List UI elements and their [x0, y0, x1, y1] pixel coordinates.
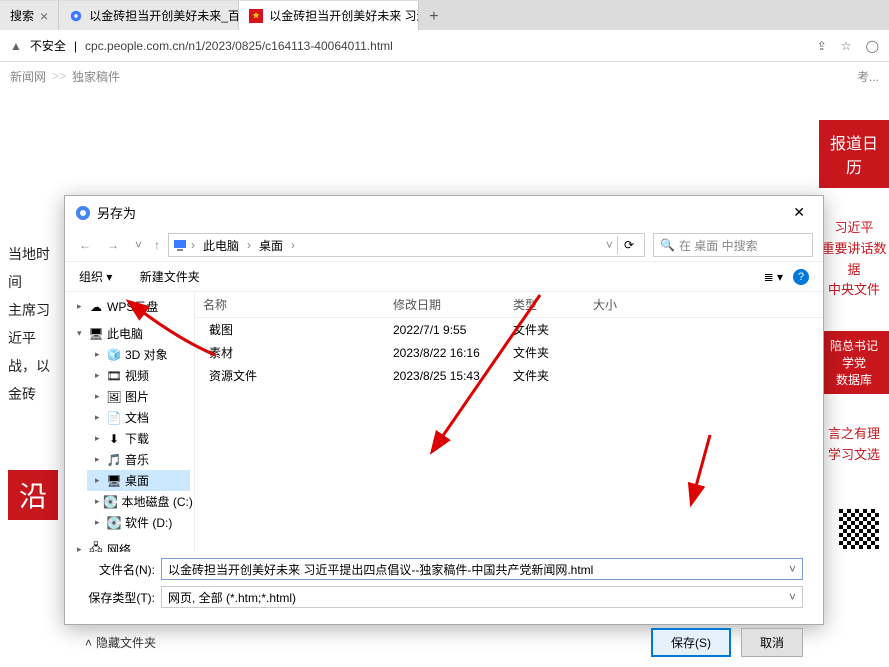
search-input[interactable]: 🔍 在 桌面 中搜索 — [653, 233, 813, 257]
breadcrumb-seg[interactable]: 新闻网 — [10, 68, 46, 85]
sidebar-link[interactable]: 习近平 — [819, 218, 889, 239]
profile-icon[interactable]: ◯ — [866, 39, 879, 53]
new-folder-button[interactable]: 新建文件夹 — [140, 268, 200, 285]
path-seg[interactable]: 此电脑 — [199, 235, 243, 256]
chrome-icon — [75, 205, 91, 221]
back-icon[interactable]: ← — [75, 236, 95, 254]
dialog-titlebar: 另存为 ✕ — [65, 196, 823, 229]
filename-label: 文件名(N): — [85, 561, 155, 578]
share-icon[interactable]: ⇪ — [817, 39, 827, 53]
tree-item-network[interactable]: ▸🖧网络 — [69, 539, 190, 552]
url-text[interactable]: cpc.people.com.cn/n1/2023/0825/c164113-4… — [85, 39, 809, 53]
tree-item-ddrive[interactable]: ▸💽软件 (D:) — [87, 512, 190, 533]
sidebar-link[interactable]: 重要讲话数据 — [819, 239, 889, 281]
folder-tree: ▸☁WPS云盘 ▾🖥此电脑 ▸🧊3D 对象 ▸🎞视频 ▸🖼图片 ▸📄文档 ▸⬇下… — [65, 292, 195, 552]
tree-item-thispc[interactable]: ▾🖥此电脑 — [69, 323, 190, 344]
search-icon: 🔍 — [660, 238, 675, 252]
forward-icon[interactable]: → — [103, 236, 123, 254]
table-row[interactable]: 截图 2022/7/1 9:55 文件夹 — [195, 318, 823, 341]
tab-title: 以金砖担当开创美好未来 习近平 — [269, 7, 419, 24]
article-fragment: 当地时间 主席习近平 战，以金砖 — [8, 240, 63, 408]
file-list-header: 名称 修改日期 类型 大小 — [195, 292, 823, 318]
view-icon[interactable]: ≣ ▾ — [764, 270, 783, 284]
cancel-button[interactable]: 取消 — [741, 628, 803, 657]
page-sidebar: 报道日历 习近平 重要讲话数据 中央文件 陪总书记学党 数据库 言之有理 学习文… — [819, 120, 889, 466]
dialog-title: 另存为 — [97, 203, 136, 222]
table-row[interactable]: 素材 2023/8/22 16:16 文件夹 — [195, 341, 823, 364]
tree-item-docs[interactable]: ▸📄文档 — [87, 407, 190, 428]
tree-item-desktop[interactable]: ▸🖥桌面 — [87, 470, 190, 491]
path-box[interactable]: › 此电脑 › 桌面 › ˅ ⟳ — [168, 233, 645, 257]
browser-tabs: 搜索 × 以金砖担当开创美好未来_百度搜 × 以金砖担当开创美好未来 习近平 ×… — [0, 0, 889, 30]
tab-title: 以金砖担当开创美好未来_百度搜 — [89, 7, 239, 24]
sidebar-link[interactable]: 学习文选 — [819, 445, 889, 466]
tree-item-downloads[interactable]: ▸⬇下载 — [87, 428, 190, 449]
favicon-icon — [69, 9, 83, 23]
chevron-down-icon[interactable]: ˅ — [131, 236, 146, 254]
filename-input[interactable]: 以金砖担当开创美好未来 习近平提出四点倡议--独家稿件-中国共产党新闻网.htm… — [161, 558, 803, 580]
file-list: 名称 修改日期 类型 大小 截图 2022/7/1 9:55 文件夹 素材 20… — [195, 292, 823, 552]
logo: 沿 — [8, 470, 58, 520]
breadcrumb: 新闻网 >> 独家稿件 考... — [0, 62, 889, 90]
star-icon[interactable]: ☆ — [841, 39, 852, 53]
refresh-icon[interactable]: ⟳ — [617, 236, 640, 254]
table-row[interactable]: 资源文件 2023/8/25 15:43 文件夹 — [195, 364, 823, 387]
tree-item-cdrive[interactable]: ▸💽本地磁盘 (C:) — [87, 491, 190, 512]
col-size[interactable]: 大小 — [593, 296, 653, 313]
breadcrumb-tail: 考... — [857, 68, 879, 85]
close-icon[interactable]: × — [40, 8, 48, 24]
sidebar-link[interactable]: 中央文件 — [819, 280, 889, 301]
chevron-right-icon: >> — [52, 69, 66, 83]
tree-item-3d[interactable]: ▸🧊3D 对象 — [87, 344, 190, 365]
hide-folders-toggle[interactable]: ˄ 隐藏文件夹 — [85, 634, 156, 651]
sidebar-banner: 报道日历 — [819, 120, 889, 188]
search-placeholder: 在 桌面 中搜索 — [679, 237, 758, 254]
col-date[interactable]: 修改日期 — [393, 296, 513, 313]
chevron-down-icon[interactable]: ˅ — [606, 238, 613, 252]
tab-title: 搜索 — [10, 7, 34, 24]
col-name[interactable]: 名称 — [203, 296, 393, 313]
up-icon[interactable]: ↑ — [154, 238, 160, 252]
sidebar-link[interactable]: 言之有理 — [819, 424, 889, 445]
favicon-icon — [249, 9, 263, 23]
chevron-right-icon: › — [247, 238, 251, 252]
qr-code — [839, 509, 879, 549]
sidebar-block: 陪总书记学党 数据库 — [819, 331, 889, 394]
breadcrumb-seg[interactable]: 独家稿件 — [72, 68, 120, 85]
path-seg[interactable]: 桌面 — [255, 235, 287, 256]
dialog-toolbar: 组织 ▾ 新建文件夹 ≣ ▾ ? — [65, 262, 823, 292]
tree-item-wps[interactable]: ▸☁WPS云盘 — [69, 296, 190, 317]
chevron-up-icon: ˄ — [85, 636, 92, 650]
address-bar: ▲ 不安全 | cpc.people.com.cn/n1/2023/0825/c… — [0, 30, 889, 62]
organize-button[interactable]: 组织 ▾ — [79, 268, 112, 285]
new-tab-button[interactable]: + — [419, 4, 448, 30]
tab-2[interactable]: 以金砖担当开创美好未来 习近平 × — [239, 1, 419, 30]
savetype-select[interactable]: 网页, 全部 (*.htm;*.html)˅ — [161, 586, 803, 608]
tree-item-video[interactable]: ▸🎞视频 — [87, 365, 190, 386]
chevron-right-icon: › — [291, 238, 295, 252]
save-as-dialog: 另存为 ✕ ← → ˅ ↑ › 此电脑 › 桌面 › ˅ ⟳ 🔍 在 桌面 中搜… — [64, 195, 824, 625]
insecure-label: 不安全 — [30, 37, 66, 54]
savetype-label: 保存类型(T): — [85, 589, 155, 606]
dialog-nav: ← → ˅ ↑ › 此电脑 › 桌面 › ˅ ⟳ 🔍 在 桌面 中搜索 — [65, 229, 823, 262]
tab-0[interactable]: 搜索 × — [0, 1, 59, 30]
help-icon[interactable]: ? — [793, 269, 809, 285]
close-icon[interactable]: ✕ — [785, 202, 813, 223]
chevron-right-icon: › — [191, 238, 195, 252]
tree-item-pictures[interactable]: ▸🖼图片 — [87, 386, 190, 407]
save-button[interactable]: 保存(S) — [651, 628, 731, 657]
col-type[interactable]: 类型 — [513, 296, 593, 313]
warning-icon: ▲ — [10, 39, 22, 53]
monitor-icon — [173, 238, 187, 252]
tree-item-music[interactable]: ▸🎵音乐 — [87, 449, 190, 470]
tab-1[interactable]: 以金砖担当开创美好未来_百度搜 × — [59, 1, 239, 30]
